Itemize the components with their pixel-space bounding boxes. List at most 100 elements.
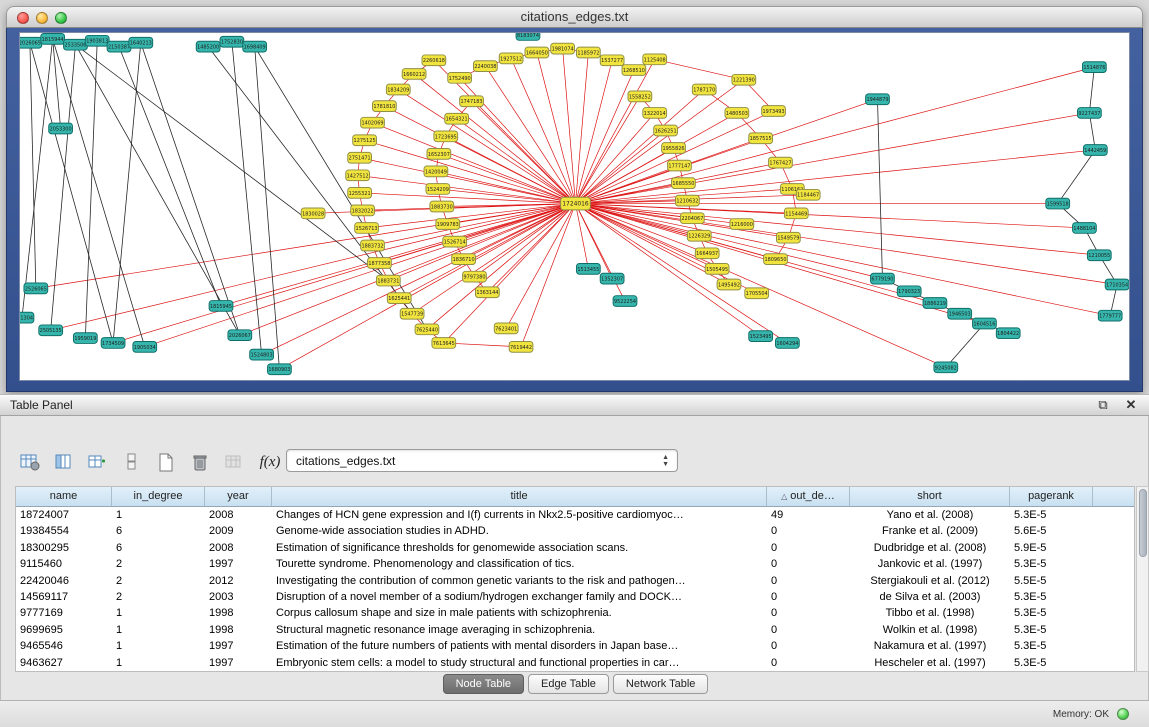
graph-node[interactable]: 1524209 — [426, 184, 450, 195]
graph-node[interactable]: 7619442 — [509, 341, 533, 352]
graph-node[interactable]: 1652307 — [427, 149, 451, 160]
graph-node[interactable]: 1724016 — [561, 197, 591, 210]
graph-node[interactable]: 9227437 — [1078, 108, 1102, 119]
graph-node[interactable]: 1815944 — [41, 33, 65, 44]
graph-node[interactable]: 1640213 — [129, 37, 153, 48]
graph-node[interactable]: 1944879 — [866, 94, 890, 105]
table-row[interactable]: 2242004622012Investigating the contribut… — [16, 573, 1134, 589]
graph-node[interactable]: 2751471 — [348, 152, 372, 163]
graph-node[interactable]: 1905034 — [133, 341, 157, 352]
graph-node[interactable]: 1352307 — [600, 273, 624, 284]
delete-trash-button[interactable] — [185, 449, 215, 475]
table-settings-button[interactable] — [15, 449, 45, 475]
graph-node[interactable]: 1883732 — [361, 240, 385, 251]
graph-node[interactable]: 1857515 — [749, 133, 773, 144]
graph-node[interactable]: 1125408 — [643, 54, 667, 65]
graph-node[interactable]: 1154469 — [784, 208, 808, 219]
graph-node[interactable]: 1226329 — [687, 230, 711, 241]
graph-node[interactable]: 1513455 — [576, 264, 600, 275]
graph-node[interactable]: 1804422 — [996, 328, 1020, 339]
graph-node[interactable]: 1442459 — [1083, 145, 1107, 156]
graph-node[interactable]: 1886219 — [923, 298, 947, 309]
graph-node[interactable]: 1523495 — [749, 331, 773, 342]
graph-node[interactable]: 1747183 — [460, 96, 484, 107]
graph-node[interactable]: 1660212 — [402, 69, 426, 80]
graph-node[interactable]: 1185972 — [576, 47, 600, 58]
graph-node[interactable]: 1946503 — [948, 308, 972, 319]
graph-node[interactable]: 1834209 — [386, 84, 410, 95]
tab-network-table[interactable]: Network Table — [613, 674, 709, 694]
tab-edge-table[interactable]: Edge Table — [528, 674, 609, 694]
graph-node[interactable]: 1685550 — [672, 178, 696, 189]
graph-node[interactable]: 1268510 — [622, 65, 646, 76]
table-row[interactable]: 1456911722003Disruption of a novel membe… — [16, 589, 1134, 605]
table-row[interactable]: 1938455462009Genome-wide association stu… — [16, 523, 1134, 539]
graph-node[interactable]: 1705504 — [745, 288, 769, 299]
graph-node[interactable]: 2053300 — [49, 123, 73, 134]
graph-node[interactable]: 1210632 — [675, 195, 699, 206]
graph-node[interactable]: 1547739 — [400, 308, 424, 319]
table-row[interactable]: 1830029562008Estimation of significance … — [16, 540, 1134, 556]
graph-node[interactable]: 1734509 — [101, 338, 125, 349]
column-header-pagerank[interactable]: pagerank — [1010, 487, 1093, 506]
graph-node[interactable]: 1488104 — [1073, 223, 1097, 234]
graph-node[interactable]: 1558252 — [628, 91, 652, 102]
table-row[interactable]: 946554611997Estimation of the future num… — [16, 638, 1134, 654]
graph-node[interactable]: 1809650 — [764, 254, 788, 265]
graph-node[interactable]: 2204067 — [680, 213, 704, 224]
graph-node[interactable]: 1955826 — [662, 143, 686, 154]
close-window-button[interactable] — [17, 12, 29, 24]
show-column-button[interactable] — [49, 449, 79, 475]
graph-node[interactable]: 1830028 — [301, 208, 325, 219]
graph-node[interactable]: 1537277 — [600, 55, 624, 66]
graph-node[interactable]: 1959019 — [73, 333, 97, 344]
graph-node[interactable]: 1626251 — [654, 125, 678, 136]
graph-node[interactable]: 1216000 — [730, 219, 754, 230]
new-document-button[interactable] — [151, 449, 181, 475]
graph-node[interactable]: 1698409 — [243, 41, 267, 52]
column-header-in_degree[interactable]: in_degree — [112, 487, 205, 506]
graph-node[interactable]: 1599518 — [1046, 198, 1070, 209]
column-header-name[interactable]: name — [16, 487, 112, 506]
graph-node[interactable]: 9522254 — [613, 296, 637, 307]
import-table-button[interactable] — [219, 449, 249, 475]
graph-node[interactable]: 1767427 — [769, 157, 793, 168]
graph-node[interactable]: 2260618 — [422, 55, 446, 66]
graph-node[interactable]: 1664050 — [525, 47, 549, 58]
graph-node[interactable]: 1664937 — [695, 248, 719, 259]
table-scrollbar[interactable] — [1136, 486, 1149, 672]
zoom-window-button[interactable] — [55, 12, 67, 24]
graph-node[interactable]: 1420049 — [424, 166, 448, 177]
table-row[interactable]: 911546021997Tourette syndrome. Phenomeno… — [16, 556, 1134, 572]
graph-node[interactable]: 1526713 — [355, 223, 379, 234]
graph-node[interactable]: 1877358 — [368, 258, 392, 269]
graph-node[interactable]: 1495492 — [717, 279, 741, 290]
graph-node[interactable]: 1815945 — [209, 301, 233, 312]
graph-node[interactable]: 1549579 — [776, 232, 800, 243]
network-canvas[interactable]: 1724016202606518159442533506190381321503… — [20, 33, 1129, 380]
graph-node[interactable]: 1505495 — [705, 264, 729, 275]
graph-node[interactable]: 6779190 — [871, 273, 895, 284]
graph-node[interactable]: 1883731 — [376, 275, 400, 286]
graph-node[interactable]: 1832022 — [351, 205, 375, 216]
graph-node[interactable]: 1927512 — [499, 53, 523, 64]
graph-node[interactable]: 1526714 — [443, 236, 467, 247]
graph-node[interactable]: 1752490 — [448, 72, 472, 83]
graph-node[interactable]: 1903813 — [85, 35, 109, 46]
graph-node[interactable]: 1710354 — [1105, 279, 1129, 290]
graph-node[interactable]: 1781810 — [373, 101, 397, 112]
table-select-dropdown[interactable]: citations_edges.txt ▲▼ — [286, 449, 678, 472]
column-header-out_de[interactable]: △out_de… — [767, 487, 850, 506]
graph-node[interactable]: 2240038 — [474, 61, 498, 72]
graph-node[interactable]: 1981074 — [551, 43, 575, 54]
graph-node[interactable]: 1363144 — [475, 287, 499, 298]
create-column-button[interactable] — [83, 449, 113, 475]
graph-node[interactable]: 1524803 — [250, 349, 274, 360]
graph-node[interactable]: 1752830 — [220, 36, 244, 47]
graph-node[interactable]: 2026065 — [20, 37, 42, 48]
graph-node[interactable]: 8183074 — [516, 33, 540, 40]
graph-node[interactable]: 2533506 — [64, 39, 88, 50]
graph-node[interactable]: 1221390 — [732, 74, 756, 85]
graph-node[interactable]: 1625441 — [387, 293, 411, 304]
graph-node[interactable]: 7625440 — [415, 324, 439, 335]
